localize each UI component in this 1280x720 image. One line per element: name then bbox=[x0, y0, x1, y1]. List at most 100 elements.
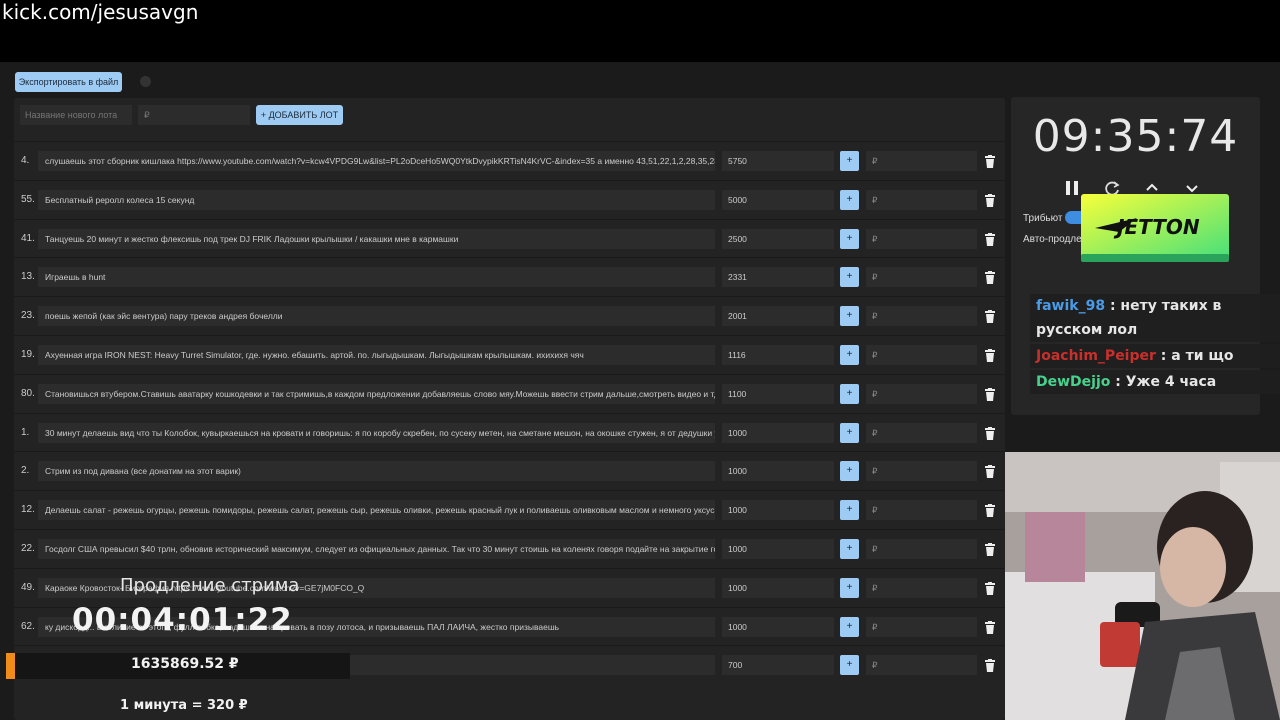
lot-number: 13. bbox=[21, 271, 35, 283]
lot-title-field[interactable]: Госдолг США превысил $40 трлн, обновив и… bbox=[38, 538, 715, 559]
new-lot-price-input[interactable] bbox=[138, 105, 250, 125]
lot-plus-button[interactable]: + bbox=[840, 655, 859, 676]
lot-plus-button[interactable]: + bbox=[840, 306, 859, 327]
lot-plus-button[interactable]: + bbox=[840, 577, 859, 598]
lot-row: 55. Бесплатный реролл колеса 15 секунд 500… bbox=[14, 179, 1005, 219]
lot-add-amount-input[interactable]: ₽ bbox=[866, 655, 977, 676]
lot-plus-button[interactable]: + bbox=[840, 344, 859, 365]
lot-add-amount-input[interactable]: ₽ bbox=[866, 267, 977, 288]
lot-title-field[interactable]: поешь жепой (как эйс вентура) пару треко… bbox=[38, 306, 715, 327]
lot-title-field[interactable]: Стрим из под дивана (все донатим на этот… bbox=[38, 461, 715, 482]
extend-timer: 00:04:01:22 bbox=[72, 602, 293, 638]
lot-title-field[interactable]: слушаешь этот сборник кишлака https://ww… bbox=[38, 151, 715, 171]
lot-amount-field[interactable]: 700 bbox=[722, 655, 834, 676]
bank-accent bbox=[6, 653, 15, 679]
lot-amount-field[interactable]: 5750 bbox=[722, 151, 834, 171]
lot-amount-field[interactable]: 1000 bbox=[722, 461, 834, 482]
lot-amount-field[interactable]: 1000 bbox=[722, 422, 834, 443]
trash-icon[interactable] bbox=[984, 581, 996, 595]
trash-icon[interactable] bbox=[984, 542, 996, 556]
lot-amount-field[interactable]: 1100 bbox=[722, 383, 834, 404]
chat-text: : Уже 4 часа bbox=[1115, 374, 1217, 390]
lot-number: 80. bbox=[21, 387, 35, 399]
lot-add-amount-input[interactable]: ₽ bbox=[866, 461, 977, 482]
lot-add-amount-input[interactable]: ₽ bbox=[866, 306, 977, 327]
lot-title-field[interactable]: Делаешь салат - режешь огурцы, режешь по… bbox=[38, 500, 715, 521]
lot-row: 41. Танцуешь 20 минут и жестко флексишь п… bbox=[14, 218, 1005, 258]
tribute-label: Трибьют bbox=[1023, 213, 1063, 224]
lot-add-amount-input[interactable]: ₽ bbox=[866, 577, 977, 598]
trash-icon[interactable] bbox=[984, 271, 996, 285]
trash-icon[interactable] bbox=[984, 504, 996, 518]
chat-username: Joachim_Peiper bbox=[1036, 348, 1156, 364]
lot-number: 23. bbox=[21, 310, 35, 322]
chat-message: fawik_98 : нету таких в русском лол bbox=[1030, 294, 1280, 342]
chat-text: : а ти що bbox=[1160, 348, 1234, 364]
lot-add-amount-input[interactable]: ₽ bbox=[866, 383, 977, 404]
lot-plus-button[interactable]: + bbox=[840, 461, 859, 482]
lot-plus-button[interactable]: + bbox=[840, 151, 859, 171]
new-lot-name-input[interactable] bbox=[20, 105, 132, 125]
lot-amount-field[interactable]: 2500 bbox=[722, 228, 834, 249]
lot-plus-button[interactable]: + bbox=[840, 616, 859, 637]
lot-row: 12. Делаешь салат - режешь огурцы, режешь… bbox=[14, 490, 1005, 529]
svg-text:JETTON: JETTON bbox=[1113, 215, 1200, 239]
lot-title-field[interactable]: Ахуенная игра IRON NEST: Heavy Turret Si… bbox=[38, 344, 715, 365]
lot-amount-field[interactable]: 2001 bbox=[722, 306, 834, 327]
lot-plus-button[interactable]: + bbox=[840, 538, 859, 559]
add-lot-button[interactable]: + ДОБАВИТЬ ЛОТ bbox=[256, 105, 343, 125]
bank-bar: 1635869.52 ₽ bbox=[6, 653, 350, 679]
lot-plus-button[interactable]: + bbox=[840, 267, 859, 288]
lot-add-amount-input[interactable]: ₽ bbox=[866, 189, 977, 210]
lot-title-field[interactable]: 30 минут делаешь вид что ты Колобок, кув… bbox=[38, 422, 715, 443]
lot-title-field[interactable]: Играешь в hunt bbox=[38, 267, 715, 288]
lot-row: 80. Становишься втубером.Ставишь аватарку… bbox=[14, 373, 1005, 413]
trash-icon[interactable] bbox=[984, 426, 996, 440]
lot-plus-button[interactable]: + bbox=[840, 189, 859, 210]
trash-icon[interactable] bbox=[984, 232, 996, 246]
lot-add-amount-input[interactable]: ₽ bbox=[866, 500, 977, 521]
url-text: kick.com/jesusavgn bbox=[2, 0, 199, 24]
trash-icon[interactable] bbox=[984, 193, 996, 207]
lot-title-field[interactable]: Становишься втубером.Ставишь аватарку ко… bbox=[38, 383, 715, 404]
lot-number: 4. bbox=[21, 155, 30, 166]
lot-add-amount-input[interactable]: ₽ bbox=[866, 616, 977, 637]
rate-text: 1 минута = 320 ₽ bbox=[120, 698, 248, 713]
lot-number: 55. bbox=[21, 193, 35, 205]
lot-add-amount-input[interactable]: ₽ bbox=[866, 151, 977, 171]
trash-icon[interactable] bbox=[984, 155, 996, 168]
lot-amount-field[interactable]: 1116 bbox=[722, 344, 834, 365]
trash-icon[interactable] bbox=[984, 465, 996, 479]
lot-row: 23. поешь жепой (как эйс вентура) пару тр… bbox=[14, 296, 1005, 335]
lot-amount-field[interactable]: 1000 bbox=[722, 616, 834, 637]
lot-amount-field[interactable]: 5000 bbox=[722, 189, 834, 210]
lot-number: 2. bbox=[21, 465, 30, 477]
lot-amount-field[interactable]: 1000 bbox=[722, 500, 834, 521]
trash-icon[interactable] bbox=[984, 310, 996, 324]
lot-amount-field[interactable]: 1000 bbox=[722, 538, 834, 559]
lot-title-field[interactable]: Бесплатный реролл колеса 15 секунд bbox=[38, 189, 715, 210]
lot-amount-field[interactable]: 2331 bbox=[722, 267, 834, 288]
lot-add-amount-input[interactable]: ₽ bbox=[866, 538, 977, 559]
lot-plus-button[interactable]: + bbox=[840, 383, 859, 404]
lot-add-amount-input[interactable]: ₽ bbox=[866, 344, 977, 365]
lot-row: 4. слушаешь этот сборник кишлака https://… bbox=[14, 141, 1005, 180]
lot-number: 1. bbox=[21, 426, 30, 438]
lot-plus-button[interactable]: + bbox=[840, 228, 859, 249]
trash-icon[interactable] bbox=[984, 620, 996, 634]
lot-add-amount-input[interactable]: ₽ bbox=[866, 422, 977, 443]
lot-plus-button[interactable]: + bbox=[840, 422, 859, 443]
lot-number: 12. bbox=[21, 504, 35, 516]
lot-add-amount-input[interactable]: ₽ bbox=[866, 228, 977, 249]
extend-label: Продление стрима bbox=[120, 575, 300, 596]
timer-display: 09:35:74 bbox=[1032, 111, 1239, 162]
trash-icon[interactable] bbox=[984, 387, 996, 401]
trash-icon[interactable] bbox=[984, 659, 996, 673]
lot-title-field[interactable]: Танцуешь 20 минут и жестко флексишь под … bbox=[38, 228, 715, 249]
bank-amount: 1635869.52 ₽ bbox=[131, 656, 239, 672]
trash-icon[interactable] bbox=[984, 348, 996, 362]
lot-plus-button[interactable]: + bbox=[840, 500, 859, 521]
jetton-logo: JETTON bbox=[1081, 194, 1229, 262]
lot-amount-field[interactable]: 1000 bbox=[722, 577, 834, 598]
export-button[interactable]: Экспортировать в файл bbox=[15, 72, 122, 92]
